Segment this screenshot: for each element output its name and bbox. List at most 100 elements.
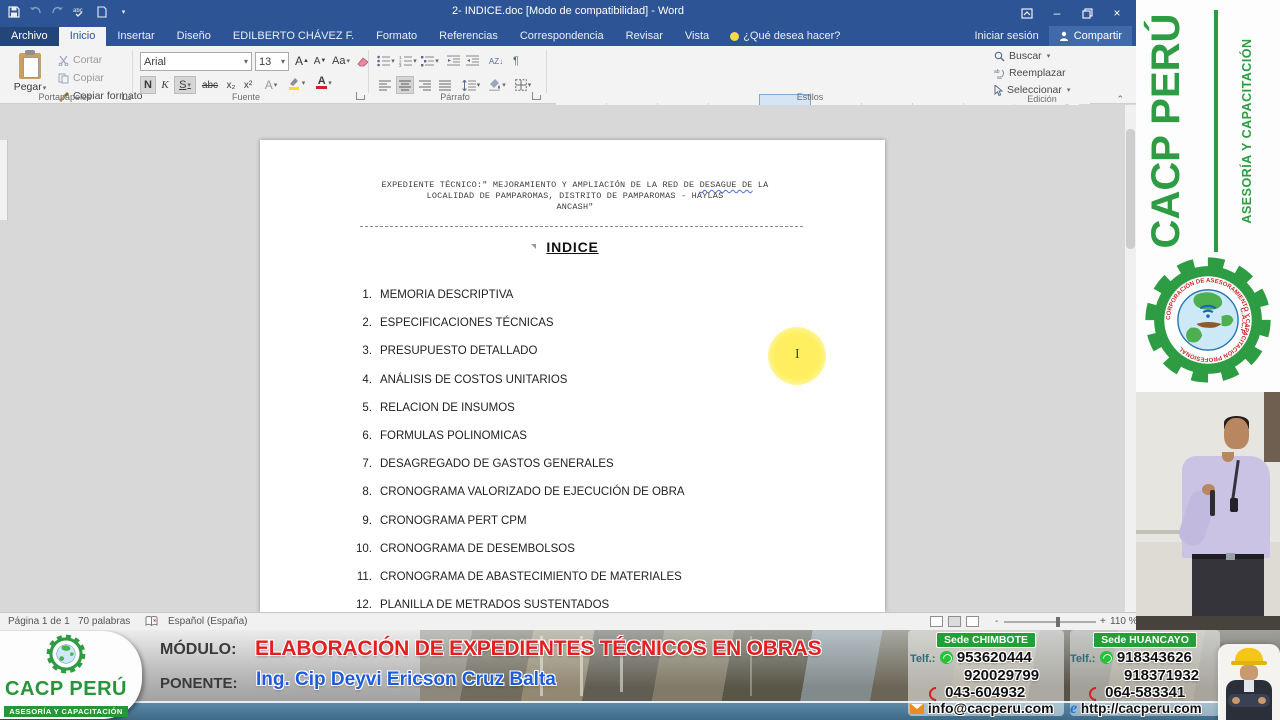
font-color-button[interactable]: A▾ (312, 74, 336, 92)
header-divider (360, 226, 803, 227)
clear-formatting-button[interactable] (354, 52, 372, 70)
replace-button[interactable]: abac Reemplazar (994, 67, 1066, 79)
page-indicator[interactable]: Página 1 de 1 (8, 616, 70, 627)
clipboard-group-label: Portapapeles (10, 92, 120, 102)
tab-referencias[interactable]: Referencias (428, 27, 509, 46)
multilevel-list-button[interactable]: ▾ (420, 52, 440, 70)
tab-revisar[interactable]: Revisar (615, 27, 674, 46)
ibeam-cursor: I (795, 347, 800, 363)
index-item: 11.CRONOGRAMA DE ABASTECIMIENTO DE MATER… (260, 572, 885, 583)
word-window: abc ▾ 2- INDICE.doc [Modo de compatibili… (0, 0, 1136, 630)
chimbote-email: info@cacperu.com (928, 700, 1054, 716)
screen: abc ▾ 2- INDICE.doc [Modo de compatibili… (0, 0, 1280, 720)
share-button[interactable]: Compartir (1049, 26, 1132, 46)
huancayo-web: http://cacperu.com (1081, 701, 1202, 716)
whatsapp-icon (1100, 651, 1113, 664)
font-family-combo[interactable]: Arial▾ (140, 52, 252, 71)
numbering-button[interactable]: 123▾ (398, 52, 418, 70)
clipboard-dialog-launcher[interactable] (122, 92, 130, 100)
close-button[interactable]: × (1102, 0, 1132, 26)
tab-vista[interactable]: Vista (674, 27, 720, 46)
speaker-name: Ing. Cip Deyvi Ericson Cruz Balta (256, 669, 556, 691)
read-mode-icon[interactable] (930, 616, 943, 627)
tab-insertar[interactable]: Insertar (106, 27, 165, 46)
index-item: 8.CRONOGRAMA VALORIZADO DE EJECUCIÓN DE … (260, 487, 885, 498)
copy-button[interactable]: Copiar (58, 72, 104, 84)
whiteboard-tray (1136, 530, 1184, 534)
multilevel-list-icon (421, 55, 434, 67)
title-bar: abc ▾ 2- INDICE.doc [Modo de compatibili… (0, 0, 1136, 26)
grow-font-button[interactable]: A▲ (294, 52, 310, 70)
ribbon-display-options-icon[interactable] (1012, 0, 1042, 26)
scrollbar-thumb[interactable] (1126, 129, 1135, 249)
index-item: 9.CRONOGRAMA PERT CPM (260, 516, 885, 527)
change-case-button[interactable]: Aa▾ (330, 52, 352, 70)
tab-inicio[interactable]: Inicio (59, 27, 107, 46)
person-icon (1059, 31, 1069, 41)
view-buttons[interactable] (930, 616, 984, 630)
indent-icon (466, 55, 479, 67)
copy-icon (58, 73, 69, 84)
font-dialog-launcher[interactable] (356, 92, 364, 100)
proofing-icon[interactable] (145, 616, 158, 627)
module-title: ELABORACIÓN DE EXPEDIENTES TÉCNICOS EN O… (255, 637, 821, 661)
zoom-in-button[interactable]: + (1100, 616, 1106, 627)
sort-button[interactable]: AZ↓ (486, 52, 506, 70)
minimize-button[interactable]: – (1042, 0, 1072, 26)
bullets-button[interactable]: ▾ (376, 52, 396, 70)
contact-huancayo: Sede HUANCAYO Telf.: 918343626 918371932… (1070, 630, 1220, 716)
index-item: 10.CRONOGRAMA DE DESEMBOLSOS (260, 544, 885, 555)
index-item: 1.MEMORIA DESCRIPTIVA (260, 290, 885, 301)
cut-button[interactable]: Cortar (58, 54, 102, 66)
font-size-combo[interactable]: 13▾ (255, 52, 289, 71)
language-indicator[interactable]: Español (España) (168, 616, 248, 627)
bullet-list-icon (377, 55, 390, 67)
engineer-figure (1218, 644, 1280, 720)
highlight-button[interactable]: ▾ (284, 74, 308, 92)
web-layout-icon[interactable] (966, 616, 979, 627)
svg-text:3: 3 (399, 63, 402, 67)
index-item: 5.RELACION DE INSUMOS (260, 403, 885, 414)
paragraph-dialog-launcher[interactable] (532, 92, 540, 100)
tab-dise-o[interactable]: Diseño (166, 27, 222, 46)
tab-correspondencia[interactable]: Correspondencia (509, 27, 615, 46)
cacp-gear-logo-small (44, 633, 88, 675)
increase-indent-button[interactable] (463, 52, 481, 70)
decrease-indent-button[interactable] (444, 52, 462, 70)
browser-icon: e (1070, 700, 1077, 717)
branding-strip: CACP PERÚ ASESORÍA Y CAPACITACIÓN CORPOR… (1136, 0, 1280, 630)
vertical-ruler (0, 140, 8, 220)
collapse-triangle-icon[interactable] (531, 244, 536, 249)
vertical-scrollbar[interactable] (1125, 105, 1136, 612)
tell-me-box[interactable]: ¿Qué desea hacer? (720, 27, 850, 46)
ribbon: Pegar▾ Cortar Copiar Copiar formato Port… (0, 46, 1136, 104)
word-count[interactable]: 70 palabras (78, 616, 130, 627)
shrink-font-button[interactable]: A▼ (312, 52, 328, 70)
paint-bucket-icon (488, 79, 501, 91)
huancayo-phone-2: 918371932 (1124, 667, 1199, 684)
index-item: 7.DESAGREGADO DE GASTOS GENERALES (260, 459, 885, 470)
print-layout-icon[interactable] (948, 616, 961, 627)
vertical-brand-name: CACP PERÚ (1144, 10, 1218, 252)
document-header-text: EXPEDIENTE TÉCNICO:" MEJORAMIENTO Y AMPL… (330, 180, 820, 213)
banner-brand-name: CACP PERÚ (0, 678, 142, 701)
search-icon (994, 51, 1005, 62)
restore-button[interactable] (1072, 0, 1102, 26)
speaker-label: PONENTE: (160, 675, 238, 692)
svg-text:ac: ac (997, 75, 1003, 79)
tab-formato[interactable]: Formato (365, 27, 428, 46)
presenter-cursor-highlight: I (768, 327, 826, 385)
sign-in-link[interactable]: Iniciar sesión (975, 30, 1039, 42)
tab-archivo[interactable]: Archivo (0, 27, 59, 46)
show-marks-button[interactable]: ¶ (508, 52, 524, 70)
document-area[interactable]: EXPEDIENTE TÉCNICO:" MEJORAMIENTO Y AMPL… (0, 105, 1136, 612)
banner-logo: CACP PERÚ ASESORÍA Y CAPACITACIÓN (0, 631, 142, 719)
misspelled-text: DESAGUE DE (700, 180, 753, 190)
chimbote-landline: 043-604932 (945, 684, 1025, 701)
contact-chimbote: Sede CHIMBOTE Telf.: 953620444 920029799… (908, 630, 1064, 716)
tab-edilberto-ch-vez-f-[interactable]: EDILBERTO CHÁVEZ F. (222, 27, 365, 46)
presenter-head (1224, 418, 1249, 449)
collapse-ribbon-icon[interactable]: ⌃ (1116, 94, 1124, 626)
ribbon-tab-strip: ArchivoInicioInsertarDiseñoEDILBERTO CHÁ… (0, 26, 1136, 46)
find-button[interactable]: Buscar▾ (994, 50, 1050, 62)
